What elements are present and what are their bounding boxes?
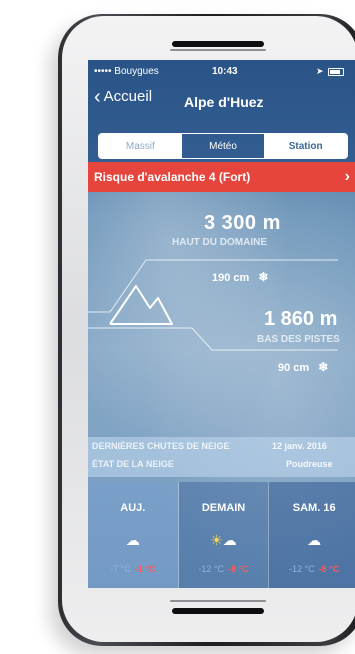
day-name: DEMAIN	[201, 502, 246, 514]
temp-max: -8 °C	[228, 564, 249, 574]
earpiece-speaker	[172, 41, 264, 47]
temp-max: -1 °C	[134, 564, 156, 574]
low-altitude: 1 860 m	[264, 308, 338, 330]
forecast-day-today[interactable]: AUJ. ☁ -7 °C -1 °C	[88, 482, 179, 588]
speaker-trim	[170, 49, 266, 51]
temp-min: -7 °C	[110, 564, 131, 574]
forecast-day-tomorrow[interactable]: DEMAIN ☀☁ -12 °C -8 °C	[178, 482, 270, 588]
snow-info-panel: DERNIÈRES CHUTES DE NEIGE 12 janv. 2016 …	[88, 437, 355, 477]
mountain-icon	[109, 285, 173, 325]
day-name: AUJ.	[120, 502, 146, 514]
forecast-day-saturday[interactable]: SAM. 16 ☁ -12 °C -8 °C	[269, 482, 355, 588]
sun-cloud-icon: ☀☁	[210, 532, 237, 548]
snow-state-label: ÉTAT DE LA NEIGE	[92, 459, 174, 469]
low-snow-depth: 90 cm ❄	[278, 360, 328, 374]
snowflake-icon: ❄	[318, 360, 329, 374]
home-bar	[172, 608, 264, 614]
temperatures: -12 °C -8 °C	[269, 564, 355, 574]
last-snow-label: DERNIÈRES CHUTES DE NEIGE	[92, 441, 230, 451]
temp-min: -12 °C	[289, 564, 315, 574]
high-snow-depth: 190 cm ❄	[212, 270, 268, 284]
day-name: SAM. 16	[292, 502, 336, 514]
high-altitude-label: HAUT DU DOMAINE	[172, 237, 267, 248]
temp-min: -12 °C	[198, 564, 224, 574]
snowflake-icon: ❄	[258, 270, 269, 284]
high-guide-line	[88, 259, 338, 313]
low-altitude-label: BAS DES PISTES	[257, 334, 340, 345]
last-snow-value: 12 janv. 2016	[272, 441, 327, 451]
snow-cloud-icon: ☁	[125, 532, 140, 548]
temp-max: -8 °C	[318, 564, 340, 574]
home-trim	[170, 600, 266, 602]
high-snow-value: 190 cm	[212, 272, 250, 284]
temperatures: -12 °C -8 °C	[179, 564, 269, 574]
low-snow-value: 90 cm	[278, 362, 310, 374]
forecast-strip: AUJ. ☁ -7 °C -1 °C DEMAIN ☀☁ -12 °C -8 °C …	[88, 482, 355, 588]
high-altitude: 3 300 m	[204, 212, 281, 234]
temperatures: -7 °C -1 °C	[88, 564, 178, 574]
snow-cloud-icon: ☁	[307, 532, 322, 548]
app-screen: ••••• Bouygues 10:43 ➤ ‹ Accueil Alpe d'…	[88, 60, 355, 588]
snow-state-value: Poudreuse	[286, 459, 333, 469]
